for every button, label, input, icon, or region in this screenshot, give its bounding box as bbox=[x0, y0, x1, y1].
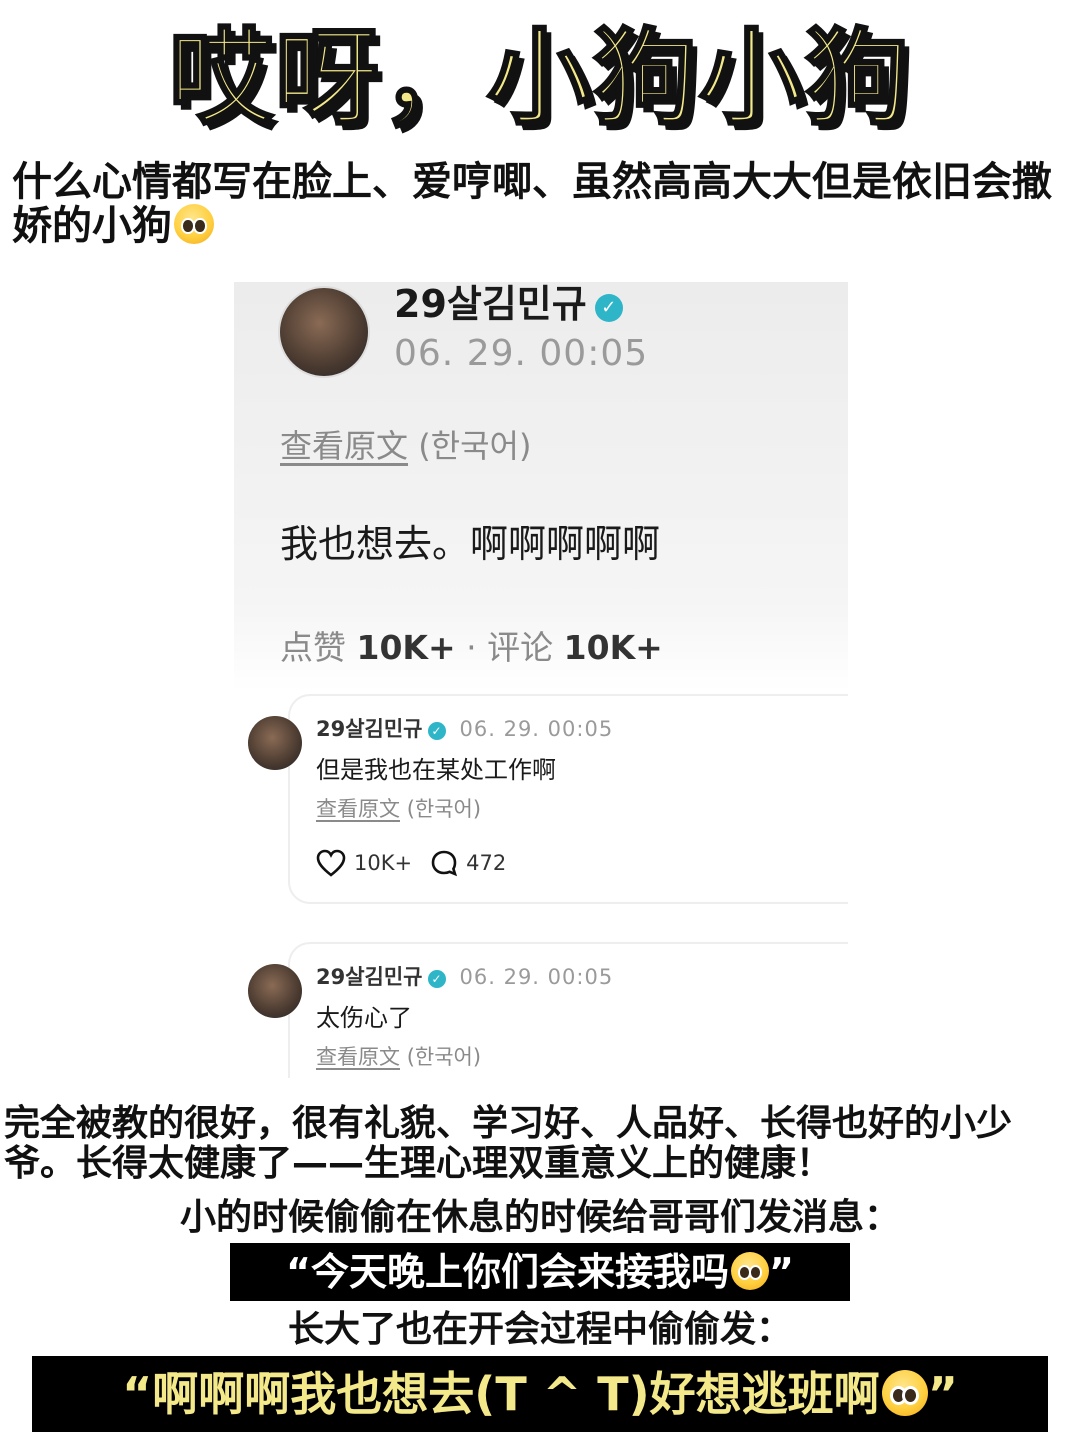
view-original-link[interactable]: 查看原文 (한국어) bbox=[316, 794, 481, 824]
post-screenshot: 29살김민규 ✓ 06. 29. 00:05 查看原文 (한국어) 我也想去。啊啊… bbox=[234, 282, 848, 1078]
post-text: 我也想去。啊啊啊啊啊 bbox=[280, 522, 661, 566]
quote-text: “啊啊啊我也想去(T ^ T)好想逃班啊 bbox=[122, 1367, 880, 1421]
view-original-label: 查看原文 bbox=[316, 797, 400, 821]
heart-icon[interactable] bbox=[316, 849, 346, 877]
verified-check-icon: ✓ bbox=[594, 294, 623, 322]
pleading-face-emoji bbox=[731, 1251, 769, 1290]
quote-close: ” bbox=[769, 1250, 794, 1294]
reply-text: 但是我也在某处工作啊 bbox=[316, 756, 556, 784]
comment-bubble-icon[interactable] bbox=[430, 849, 458, 877]
view-original-label: 查看原文 bbox=[280, 427, 409, 465]
reply-header: 29살김민규 ✓ 06. 29. 00:05 bbox=[316, 962, 613, 992]
language-label: (한국어) bbox=[406, 1045, 482, 1069]
reply-header: 29살김민규 ✓ 06. 29. 00:05 bbox=[316, 714, 613, 744]
view-original-link[interactable]: 查看原文 (한국어) bbox=[280, 426, 531, 466]
comments-count: 10K+ bbox=[563, 628, 663, 667]
likes-count: 10K+ bbox=[356, 628, 456, 667]
quote-close: ” bbox=[927, 1367, 958, 1421]
likes-label: 点赞 bbox=[280, 628, 346, 667]
headline: 哎呀，小狗小狗 bbox=[167, 17, 911, 140]
reply-timestamp: 06. 29. 00:05 bbox=[459, 717, 614, 741]
language-label: (한국어) bbox=[418, 427, 532, 465]
comments-label: 评论 bbox=[487, 628, 554, 667]
stats-separator: · bbox=[466, 628, 477, 667]
reply-username[interactable]: 29살김민규 bbox=[316, 717, 423, 741]
post-stats: 点赞 10K+ · 评论 10K+ bbox=[280, 628, 663, 668]
avatar[interactable] bbox=[248, 964, 302, 1018]
quote-text: “今天晚上你们会来接我吗 bbox=[286, 1250, 729, 1294]
grown-up-line: 长大了也在开会过程中偷偷发： bbox=[287, 1309, 792, 1350]
quote-bar-grown-up: “啊啊啊我也想去(T ^ T)好想逃班啊 ” bbox=[32, 1356, 1048, 1432]
quote-bar-childhood: “今天晚上你们会来接我吗 ” bbox=[230, 1243, 850, 1301]
like-count: 10K+ bbox=[354, 851, 413, 875]
post-timestamp: 06. 29. 00:05 bbox=[394, 333, 649, 374]
username-text: 29살김민규 bbox=[394, 282, 587, 326]
view-original-label: 查看原文 bbox=[316, 1045, 400, 1069]
verified-check-icon: ✓ bbox=[427, 722, 446, 740]
pleading-face-emoji bbox=[174, 204, 214, 244]
post-username[interactable]: 29살김민규 ✓ bbox=[394, 282, 623, 326]
reply-card[interactable]: 29살김민규 ✓ 06. 29. 00:05 太伤心了 查看原文 (한국어) bbox=[248, 942, 848, 1078]
pleading-face-emoji bbox=[881, 1369, 928, 1416]
reply-actions: 10K+ 472 bbox=[316, 848, 506, 878]
description-paragraph: 完全被教的很好，很有礼貌、学习好、人品好、长得也好的小少爷。长得太健康了——生理… bbox=[4, 1103, 1013, 1184]
avatar[interactable] bbox=[278, 286, 370, 378]
reply-card[interactable]: 29살김민규 ✓ 06. 29. 00:05 但是我也在某处工作啊 查看原文 (한국… bbox=[248, 694, 848, 904]
intro-content: 什么心情都写在脸上、爱哼唧、虽然高高大大但是依旧会撒娇的小狗 bbox=[12, 159, 1052, 250]
reply-username[interactable]: 29살김민규 bbox=[316, 965, 423, 989]
reply-timestamp: 06. 29. 00:05 bbox=[459, 965, 614, 989]
intro-text: 什么心情都写在脸上、爱哼唧、虽然高高大大但是依旧会撒娇的小狗 bbox=[12, 160, 1072, 248]
reply-text: 太伤心了 bbox=[316, 1004, 412, 1032]
avatar[interactable] bbox=[248, 716, 302, 770]
childhood-line: 小的时候偷偷在休息的时候给哥哥们发消息： bbox=[179, 1197, 900, 1238]
view-original-link[interactable]: 查看原文 (한국어) bbox=[316, 1042, 481, 1072]
language-label: (한국어) bbox=[406, 797, 482, 821]
comment-count: 472 bbox=[466, 851, 507, 875]
verified-check-icon: ✓ bbox=[427, 970, 446, 988]
